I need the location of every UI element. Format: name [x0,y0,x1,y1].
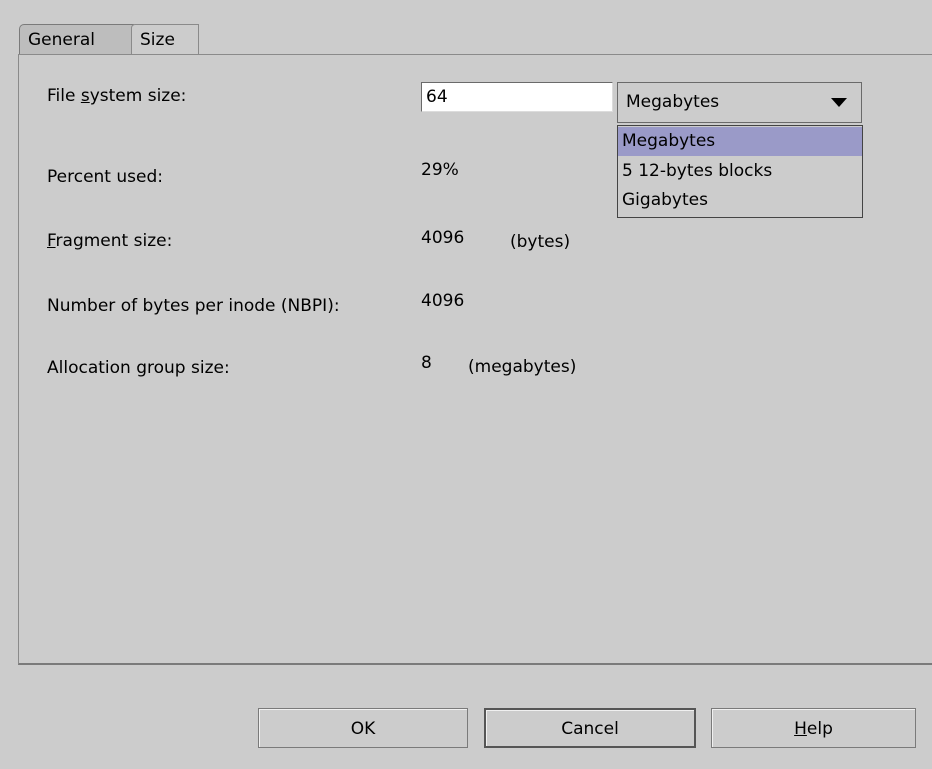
fragment-size-label: Fragment size: [47,231,172,251]
fragment-label-post: ragment size: [55,231,173,251]
file-system-size-label: File system size: [47,86,186,106]
allocation-group-size-unit: (megabytes) [468,357,577,377]
percent-used-label: Percent used: [47,167,163,187]
file-system-size-input[interactable] [421,82,613,112]
help-label-post: elp [806,719,833,739]
size-unit-select[interactable]: Megabytes [617,82,862,123]
tab-size[interactable]: Size [131,24,199,55]
dropdown-option-gigabytes[interactable]: Gigabytes [618,186,862,215]
size-unit-selected: Megabytes [626,92,720,112]
nbpi-label: Number of bytes per inode (NBPI): [47,296,340,316]
tab-general[interactable]: General [19,24,134,54]
chevron-down-icon[interactable] [831,98,847,107]
help-button[interactable]: Help [711,708,916,748]
allocation-group-size-label: Allocation group size: [47,358,230,378]
nbpi-value: 4096 [421,291,465,311]
fragment-size-unit: (bytes) [510,232,571,252]
fs-size-label-pre: File [47,86,81,106]
fs-size-label-post: ystem size: [89,86,187,106]
dropdown-option-megabytes[interactable]: Megabytes [618,127,862,156]
ok-button[interactable]: OK [258,708,468,748]
fragment-label-mnemonic: F [47,231,56,251]
help-mnemonic: H [794,719,807,739]
dialog: General Size File system size: Percent u… [0,0,932,769]
cancel-button[interactable]: Cancel [484,708,696,748]
fs-size-label-mnemonic: s [80,86,90,106]
fragment-size-value: 4096 [421,228,465,248]
tab-size-label: Size [140,30,175,50]
size-unit-dropdown-list: Megabytes 5 12-bytes blocks Gigabytes [617,125,863,218]
percent-used-value: 29% [421,160,459,180]
tab-general-label: General [28,30,95,50]
allocation-group-size-value: 8 [421,353,432,373]
dropdown-option-512-byte-blocks[interactable]: 5 12-bytes blocks [618,157,862,186]
